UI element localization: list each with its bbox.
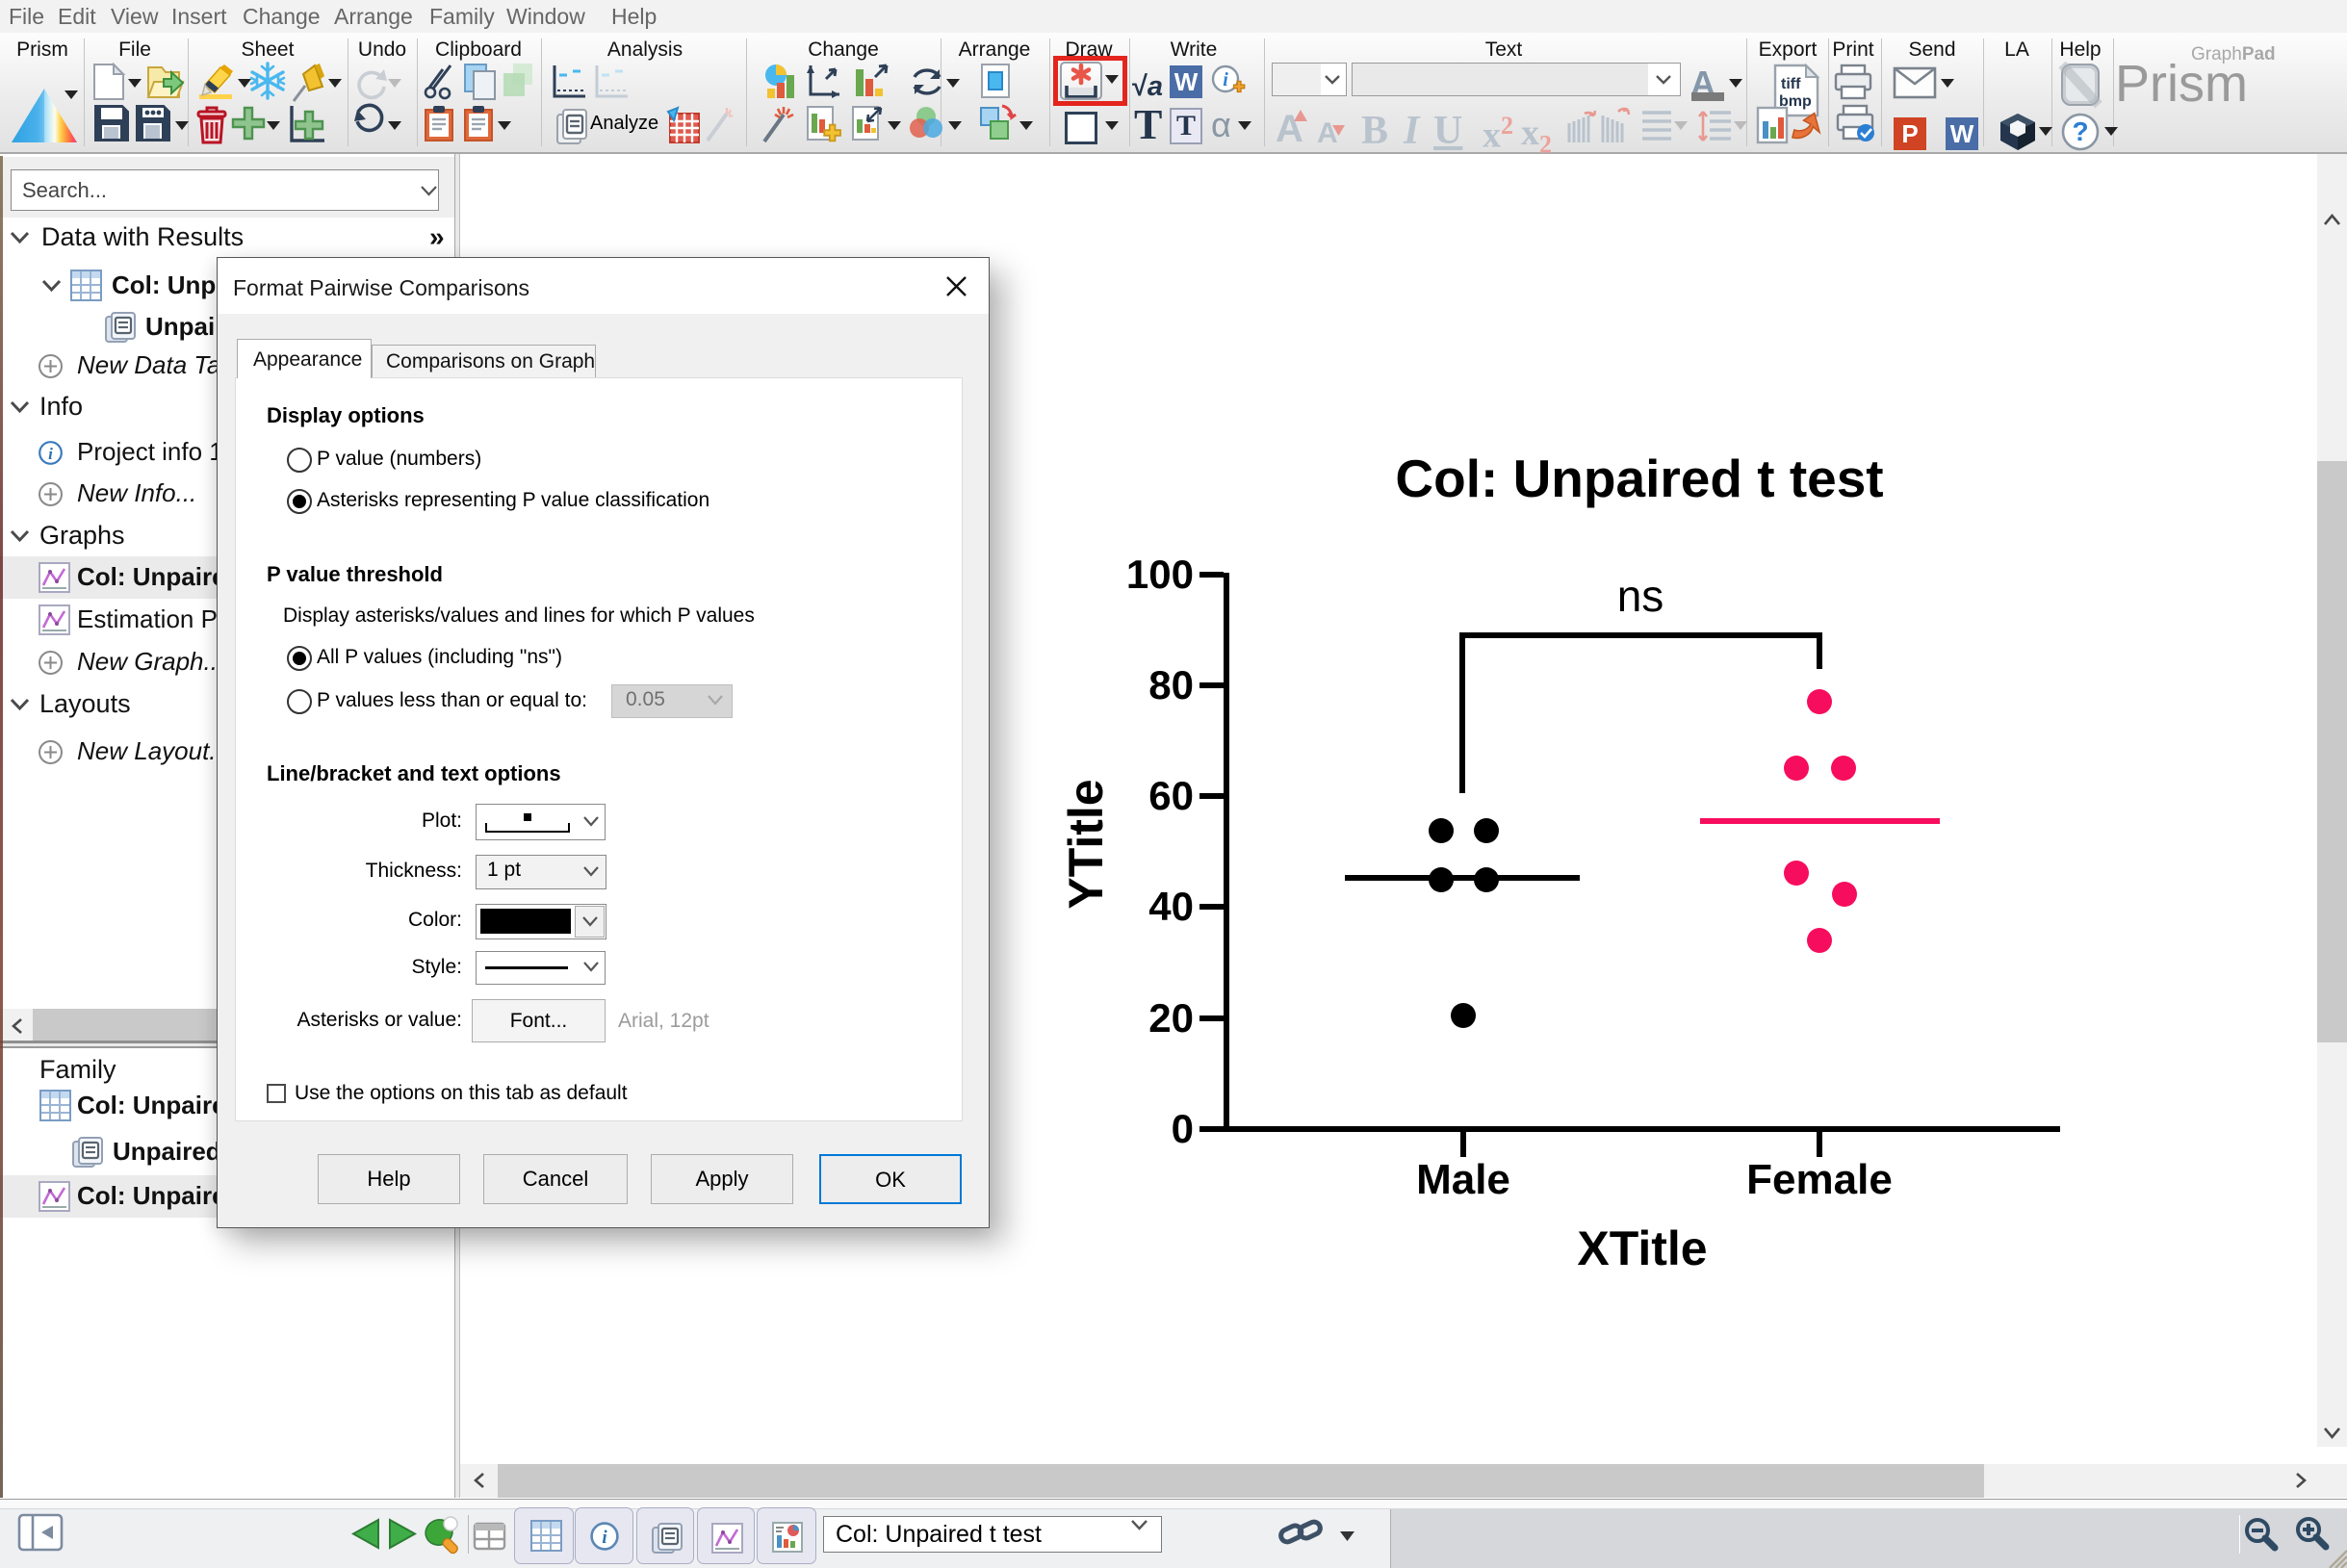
svg-text:?: ? bbox=[2072, 116, 2088, 146]
svg-text:tiff: tiff bbox=[1781, 76, 1801, 92]
svg-text:i: i bbox=[1223, 69, 1228, 90]
svg-text:i: i bbox=[48, 445, 53, 463]
svg-text:i: i bbox=[602, 1528, 607, 1548]
